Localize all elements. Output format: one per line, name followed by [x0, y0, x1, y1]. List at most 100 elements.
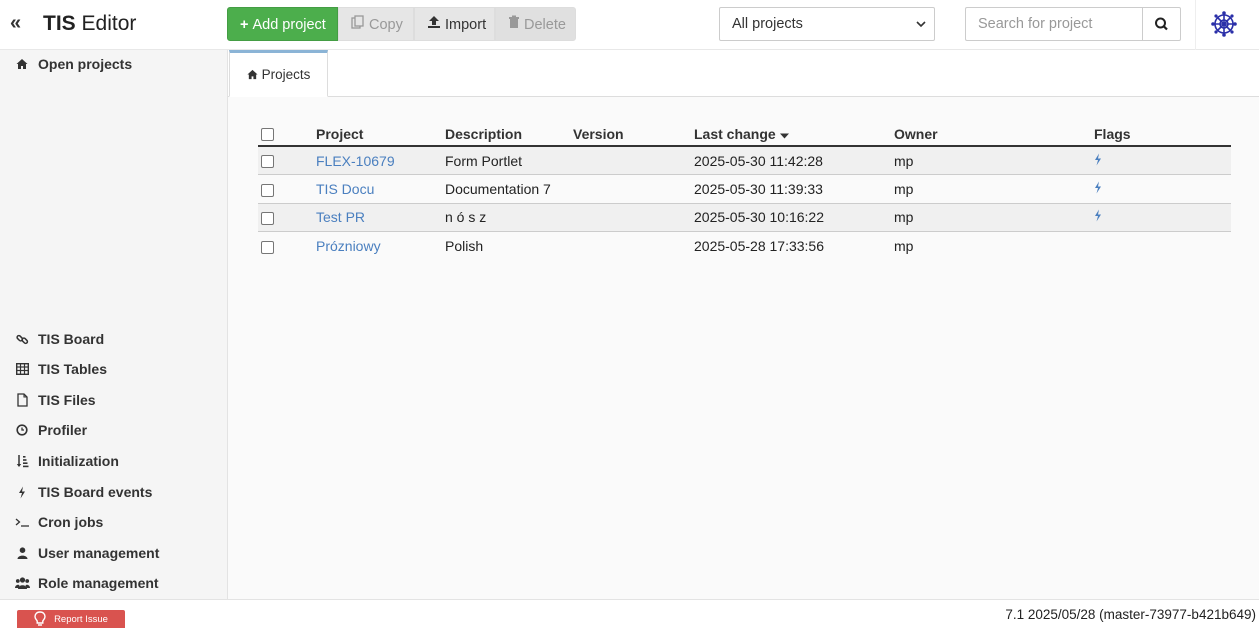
sidebar-item-label: TIS Board events — [38, 484, 153, 500]
flags-cell — [1094, 174, 1231, 204]
sidebar-item-label: TIS Board — [38, 331, 105, 347]
sidebar-item-open-projects[interactable]: Open projects — [14, 53, 132, 75]
description-cell: Form Portlet — [445, 146, 573, 175]
version-cell — [573, 231, 694, 260]
chevron-down-icon — [916, 8, 926, 52]
tab-projects[interactable]: Projects — [229, 50, 328, 97]
copy-button[interactable]: Copy — [338, 7, 414, 41]
sidebar-item-label: User management — [38, 545, 160, 561]
flags-cell — [1094, 231, 1231, 260]
last-change-cell: 2025-05-28 17:33:56 — [694, 231, 894, 260]
row-select-cell — [258, 146, 316, 175]
home-icon — [247, 69, 258, 80]
plus-icon: + — [240, 17, 249, 33]
table-header-row: Project Description Version Last change … — [258, 122, 1231, 147]
row-select-cell — [258, 174, 316, 204]
table-row[interactable]: Prózniowy Polish 2025-05-28 17:33:56 mp — [258, 231, 1231, 260]
project-filter-select[interactable]: All projects — [719, 7, 935, 41]
project-link[interactable]: Prózniowy — [316, 238, 381, 254]
sidebar-item-label: TIS Files — [38, 392, 96, 408]
bolt-icon — [14, 484, 30, 500]
import-button[interactable]: Import — [414, 7, 495, 41]
tab-bar: Projects — [228, 50, 1259, 97]
row-select-cell — [258, 231, 316, 260]
clock-icon — [14, 422, 30, 438]
footer: Report Issue 7.1 2025/05/28 (master-7397… — [0, 599, 1259, 628]
flags-cell — [1094, 203, 1231, 232]
description-cell: Polish — [445, 231, 573, 260]
owner-cell: mp — [894, 203, 1094, 232]
sidebar-item-label: Profiler — [38, 422, 88, 438]
sidebar: Open projects TIS Board TIS Tables TIS F… — [0, 50, 228, 599]
sidebar-item-label: Role management — [38, 575, 159, 591]
table-row[interactable]: TIS Docu Documentation 7 2025-05-30 11:3… — [258, 174, 1231, 204]
sidebar-item-cron-jobs[interactable]: Cron jobs — [14, 511, 103, 533]
version-cell — [573, 203, 694, 232]
project-link[interactable]: Test PR — [316, 209, 365, 225]
column-header-owner[interactable]: Owner — [894, 122, 1094, 147]
user-icon — [14, 545, 30, 561]
column-header-version[interactable]: Version — [573, 122, 694, 147]
column-header-last-change[interactable]: Last change — [694, 122, 894, 147]
project-cell: TIS Docu — [316, 174, 445, 204]
owner-cell: mp — [894, 146, 1094, 175]
sidebar-item-tis-files[interactable]: TIS Files — [14, 389, 96, 411]
delete-button[interactable]: Delete — [495, 7, 576, 41]
flags-cell — [1094, 146, 1231, 175]
select-all-checkbox[interactable] — [261, 128, 274, 142]
version-cell — [573, 174, 694, 204]
sort-desc-icon — [779, 126, 789, 142]
sidebar-item-user-management[interactable]: User management — [14, 542, 159, 564]
column-header-label: Last change — [694, 125, 776, 142]
last-change-cell: 2025-05-30 11:39:33 — [694, 174, 894, 204]
version-info: 7.1 2025/05/28 (master-73977-b421b649) — [1005, 607, 1256, 622]
tab-label: Projects — [261, 67, 311, 82]
row-checkbox[interactable] — [261, 155, 274, 169]
select-all-cell — [258, 122, 316, 147]
column-header-project[interactable]: Project — [316, 122, 445, 147]
report-issue-button[interactable]: Report Issue — [17, 610, 125, 628]
project-cell: Test PR — [316, 203, 445, 232]
sidebar-item-tis-tables[interactable]: TIS Tables — [14, 358, 107, 380]
sidebar-item-label: Initialization — [38, 453, 119, 469]
copy-icon — [351, 8, 365, 42]
sidebar-item-role-management[interactable]: Role management — [14, 572, 159, 594]
app-title: TIS Editor — [43, 12, 137, 35]
owner-cell: mp — [894, 231, 1094, 260]
report-issue-label: Report Issue — [54, 613, 108, 625]
projects-table: Project Description Version Last change … — [258, 122, 1231, 260]
column-header-flags[interactable]: Flags — [1094, 122, 1231, 147]
sort-icon — [14, 453, 30, 469]
sidebar-item-profiler[interactable]: Profiler — [14, 419, 87, 441]
row-checkbox[interactable] — [261, 212, 274, 226]
version-cell — [573, 146, 694, 175]
project-filter-value: All projects — [732, 16, 803, 32]
search-button[interactable] — [1142, 7, 1181, 41]
home-icon — [14, 56, 30, 72]
table-row[interactable]: FLEX-10679 Form Portlet 2025-05-30 11:42… — [258, 146, 1231, 175]
column-header-description[interactable]: Description — [445, 122, 573, 147]
project-search-input[interactable] — [965, 7, 1143, 41]
bolt-icon — [1094, 181, 1102, 197]
table-row[interactable]: Test PR n ó s z 2025-05-30 10:16:22 mp — [258, 203, 1231, 232]
sidebar-item-initialization[interactable]: Initialization — [14, 450, 119, 472]
collapse-sidebar-button[interactable]: « — [10, 12, 21, 34]
project-cell: FLEX-10679 — [316, 146, 445, 175]
upload-icon — [427, 8, 441, 42]
project-link[interactable]: TIS Docu — [316, 181, 374, 197]
row-checkbox[interactable] — [261, 240, 274, 254]
sidebar-item-label: TIS Tables — [38, 361, 107, 377]
sidebar-item-label: Cron jobs — [38, 514, 104, 530]
last-change-cell: 2025-05-30 10:16:22 — [694, 203, 894, 232]
tis-logo — [1195, 0, 1259, 50]
row-select-cell — [258, 203, 316, 232]
sidebar-item-tis-board-events[interactable]: TIS Board events — [14, 481, 152, 503]
sidebar-item-tis-board[interactable]: TIS Board — [14, 328, 104, 350]
project-link[interactable]: FLEX-10679 — [316, 153, 395, 169]
row-checkbox[interactable] — [261, 183, 274, 197]
link-icon — [14, 331, 30, 347]
add-project-button[interactable]: + Add project — [227, 7, 338, 41]
description-cell: n ó s z — [445, 203, 573, 232]
lightbulb-icon — [34, 611, 46, 627]
sidebar-item-label: Open projects — [38, 56, 133, 72]
